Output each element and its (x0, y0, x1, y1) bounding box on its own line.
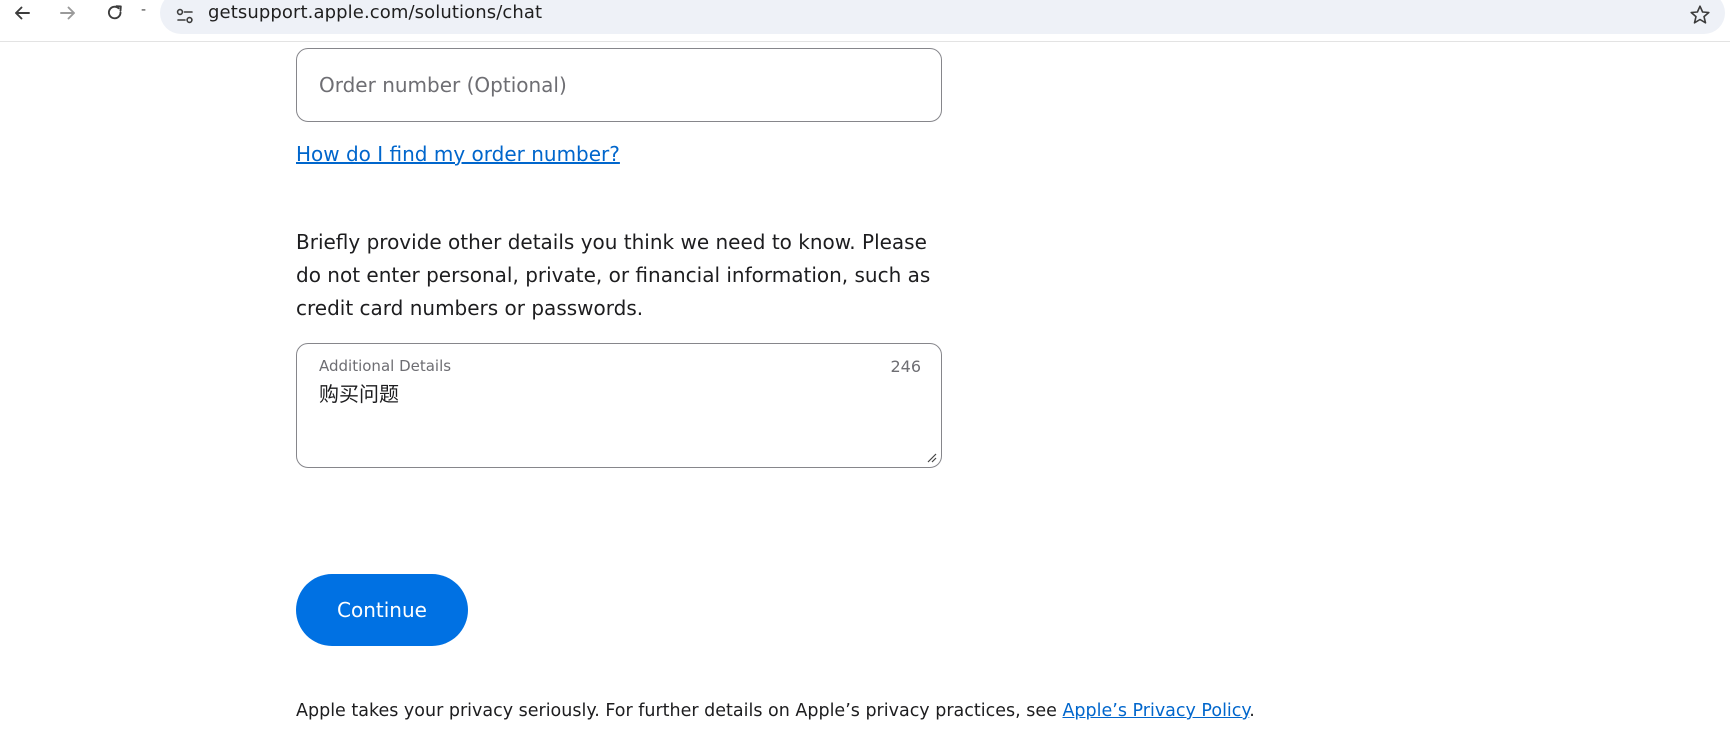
additional-details-label: Additional Details (319, 357, 452, 375)
back-button[interactable] (4, 0, 40, 26)
site-settings-icon (176, 8, 193, 24)
forward-arrow-icon (60, 6, 75, 20)
bookmark-button[interactable] (1687, 2, 1713, 28)
resize-handle-icon[interactable] (925, 451, 937, 463)
reload-button[interactable] (97, 0, 133, 26)
reload-icon (107, 5, 122, 20)
address-bar[interactable]: getsupport.apple.com/solutions/chat (160, 0, 1725, 34)
forward-button[interactable] (50, 0, 86, 26)
order-number-input[interactable] (296, 48, 942, 122)
additional-details-textarea[interactable]: 购买问题 (319, 378, 915, 448)
star-icon (1690, 5, 1710, 24)
site-info-button[interactable] (173, 4, 197, 28)
privacy-policy-link[interactable]: Apple’s Privacy Policy (1062, 701, 1249, 721)
character-counter: 246 (890, 357, 921, 376)
privacy-text: Apple takes your privacy seriously. For … (296, 701, 1063, 721)
privacy-period: . (1249, 701, 1255, 721)
toolbar-separator: - (141, 2, 147, 18)
url-text[interactable]: getsupport.apple.com/solutions/chat (208, 2, 542, 23)
privacy-notice: Apple takes your privacy seriously. For … (296, 701, 1255, 721)
additional-details-field[interactable]: Additional Details 246 购买问题 (296, 343, 942, 468)
back-arrow-icon (15, 6, 30, 20)
find-order-number-link[interactable]: How do I find my order number? (296, 142, 620, 166)
continue-button[interactable]: Continue (296, 574, 468, 646)
browser-toolbar: - getsupport.apple.com/solutions/chat (0, 0, 1730, 42)
details-instructions: Briefly provide other details you think … (296, 230, 931, 320)
